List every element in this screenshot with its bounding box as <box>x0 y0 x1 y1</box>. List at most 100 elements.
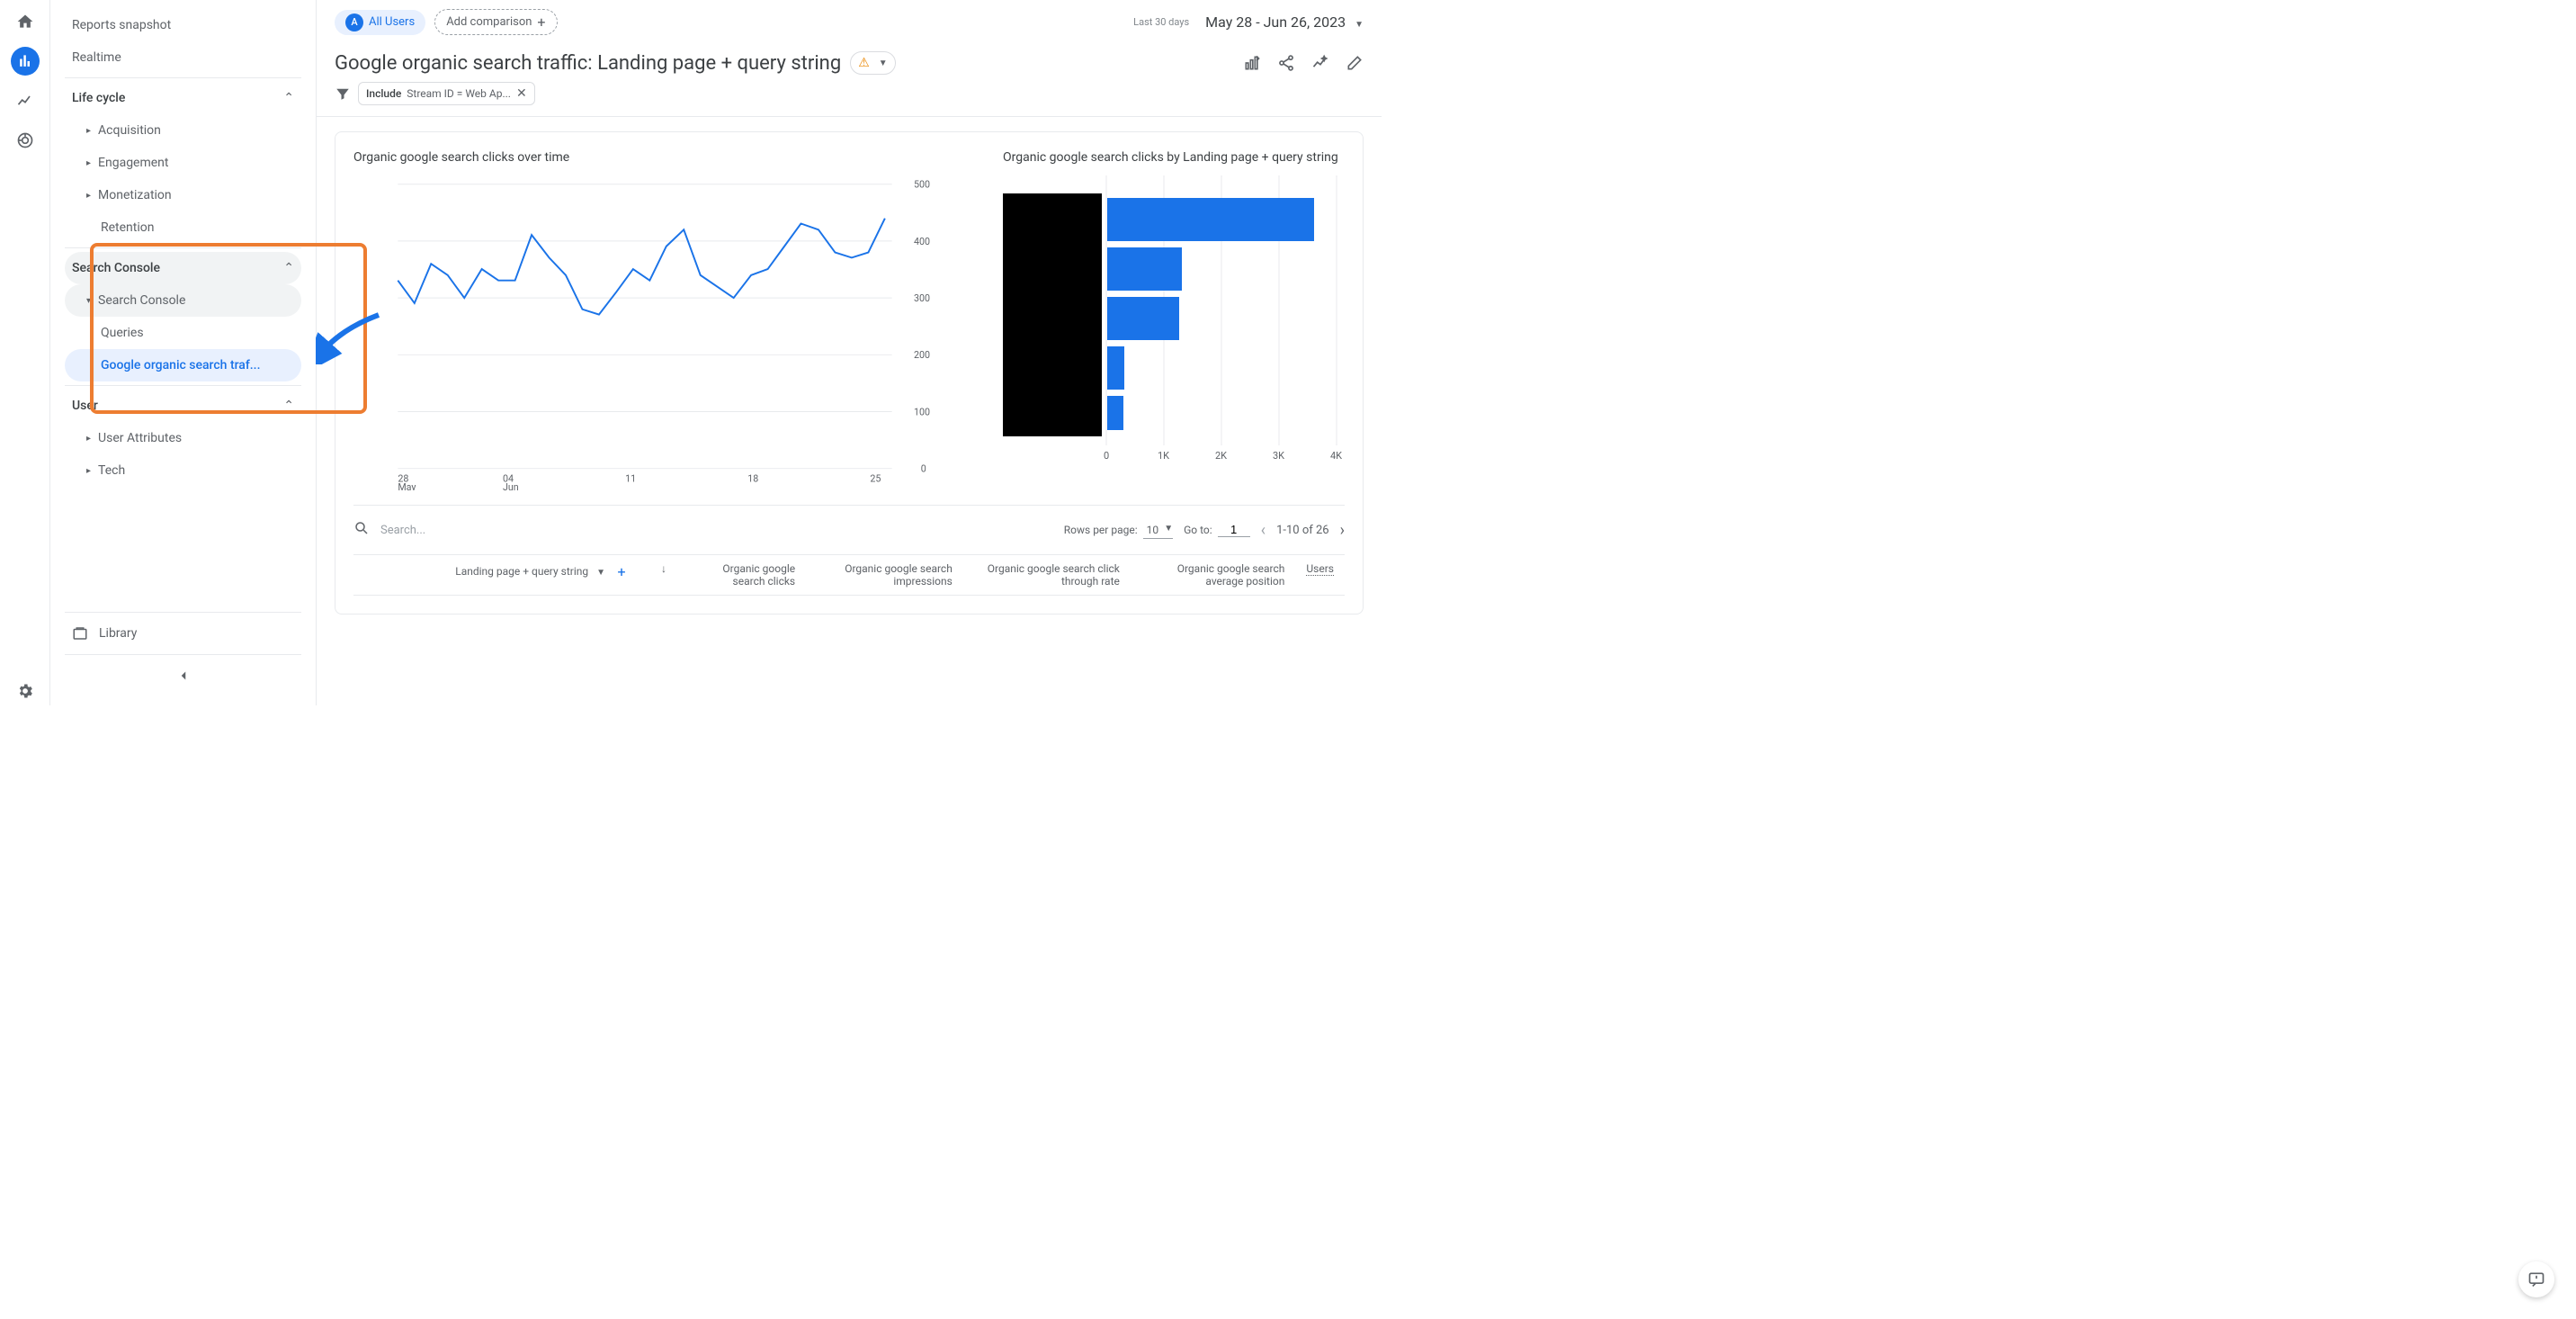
svg-text:3K: 3K <box>1273 450 1284 462</box>
pager: ‹ 1-10 of 26 › <box>1261 521 1345 540</box>
search-input[interactable]: Search... <box>380 524 425 537</box>
nav-reports-snapshot[interactable]: Reports snapshot <box>65 9 301 41</box>
svg-text:2K: 2K <box>1215 450 1227 462</box>
admin-icon[interactable] <box>11 677 40 705</box>
sort-arrow-icon[interactable]: ↓ <box>661 562 666 575</box>
svg-text:0: 0 <box>921 463 926 475</box>
svg-text:500: 500 <box>914 179 930 191</box>
bar-chart: 0 1K 2K 3K 4K <box>1003 175 1345 472</box>
add-comparison-button[interactable]: Add comparison + <box>434 9 557 35</box>
all-users-label: All Users <box>369 15 415 29</box>
go-to-input[interactable] <box>1218 523 1250 537</box>
rows-per-page-select[interactable]: 10 ▼ <box>1143 522 1174 539</box>
home-icon[interactable] <box>11 7 40 36</box>
nav-search-console-section[interactable]: Search Console ⌃ <box>65 252 301 284</box>
audience-avatar-icon: A <box>345 13 363 31</box>
data-table: Landing page + query string ▼ + ↓ Organi… <box>353 554 1345 596</box>
table-controls: Search... Rows per page: 10 ▼ Go to: <box>353 505 1345 547</box>
add-dimension-button[interactable]: + <box>613 562 631 580</box>
icon-rail <box>0 0 50 705</box>
library-icon <box>72 625 88 642</box>
col-users[interactable]: Users <box>1295 555 1345 596</box>
col-impressions[interactable]: Organic google search impressions <box>806 555 963 596</box>
filter-value: Stream ID = Web Ap... <box>407 87 511 100</box>
nav-user-section-label: User <box>72 399 98 413</box>
nav-tech[interactable]: Tech <box>65 454 301 487</box>
col-users-label: Users <box>1306 562 1334 576</box>
filter-pill[interactable]: Include Stream ID = Web Ap... ✕ <box>358 82 535 105</box>
title-row: Google organic search traffic: Landing p… <box>317 44 1382 78</box>
rows-per-page: Rows per page: 10 ▼ <box>1064 522 1173 539</box>
svg-text:11: 11 <box>625 472 636 484</box>
sparkle-icon[interactable] <box>1311 54 1329 72</box>
nav-user-attributes[interactable]: User Attributes <box>65 422 301 454</box>
date-range-picker[interactable]: May 28 - Jun 26, 2023 ▼ <box>1205 13 1364 31</box>
date-range-label: Last 30 days <box>1133 16 1189 28</box>
share-icon[interactable] <box>1277 54 1295 72</box>
go-to-label: Go to: <box>1184 524 1212 536</box>
svg-text:18: 18 <box>747 472 758 484</box>
search-icon[interactable] <box>353 520 370 540</box>
line-chart-container: Organic google search clicks over time 5… <box>353 150 967 490</box>
insights-icon[interactable] <box>1243 54 1261 72</box>
svg-text:0: 0 <box>1104 450 1109 462</box>
nav-life-cycle-label: Life cycle <box>72 91 125 105</box>
collapse-sidebar-button[interactable] <box>65 659 301 696</box>
nav-monetization[interactable]: Monetization <box>65 179 301 211</box>
topbar: A All Users Add comparison + Last 30 day… <box>317 0 1382 44</box>
edit-icon[interactable] <box>1346 54 1364 72</box>
close-icon[interactable]: ✕ <box>516 86 527 101</box>
next-page-button[interactable]: › <box>1340 521 1345 540</box>
col-ctr[interactable]: Organic google search click through rate <box>963 555 1131 596</box>
svg-text:1K: 1K <box>1158 450 1169 462</box>
page-title: Google organic search traffic: Landing p… <box>335 52 841 75</box>
triangle-down-icon: ▼ <box>596 568 605 578</box>
all-users-chip[interactable]: A All Users <box>335 10 425 35</box>
feedback-button[interactable] <box>2518 1261 2554 1297</box>
nav-user-section[interactable]: User ⌃ <box>65 390 301 422</box>
triangle-down-icon: ▼ <box>1164 524 1173 534</box>
nav-library[interactable]: Library <box>65 616 301 651</box>
reports-icon[interactable] <box>11 47 40 76</box>
chevron-left-icon <box>175 668 192 684</box>
filter-include-label: Include <box>366 87 401 100</box>
prev-page-button[interactable]: ‹ <box>1261 521 1266 540</box>
dimension-header[interactable]: Landing page + query string ▼ <box>455 565 605 578</box>
nav-engagement[interactable]: Engagement <box>65 147 301 179</box>
advertising-icon[interactable] <box>11 126 40 155</box>
rows-per-page-label: Rows per page: <box>1064 524 1138 536</box>
chevron-up-icon: ⌃ <box>283 399 294 413</box>
rows-per-page-value: 10 <box>1147 524 1159 536</box>
data-quality-badge[interactable]: ⚠ ▼ <box>850 51 895 75</box>
triangle-down-icon: ▼ <box>879 58 888 68</box>
col-avg-position[interactable]: Organic google search average position <box>1131 555 1296 596</box>
svg-text:200: 200 <box>914 349 930 361</box>
bar-chart-container: Organic google search clicks by Landing … <box>1003 150 1345 490</box>
nav-search-console-group[interactable]: Search Console <box>65 284 301 317</box>
report-card: Organic google search clicks over time 5… <box>335 131 1364 615</box>
bar-chart-title: Organic google search clicks by Landing … <box>1003 150 1345 165</box>
nav-life-cycle[interactable]: Life cycle ⌃ <box>65 82 301 114</box>
triangle-down-icon: ▼ <box>1355 20 1364 30</box>
plus-icon: + <box>537 13 545 31</box>
nav-acquisition[interactable]: Acquisition <box>65 114 301 147</box>
nav-realtime[interactable]: Realtime <box>65 41 301 74</box>
line-chart: 500 400 300 200 100 0 28 May 04 Jun <box>353 175 967 490</box>
date-range-value: May 28 - Jun 26, 2023 <box>1205 13 1346 31</box>
nav-google-organic-traffic[interactable]: Google organic search traf... <box>65 349 301 381</box>
main-content: A All Users Add comparison + Last 30 day… <box>317 0 1382 705</box>
nav-library-label: Library <box>99 626 137 641</box>
explore-icon[interactable] <box>11 86 40 115</box>
chevron-up-icon: ⌃ <box>283 261 294 275</box>
dimension-header-label: Landing page + query string <box>455 565 588 578</box>
nav-retention[interactable]: Retention <box>65 211 301 244</box>
svg-text:100: 100 <box>914 406 930 417</box>
title-actions <box>1243 54 1364 72</box>
col-clicks[interactable]: Organic google search clicks <box>677 555 806 596</box>
filter-icon <box>335 85 351 102</box>
sidebar: Reports snapshot Realtime Life cycle ⌃ A… <box>50 0 317 705</box>
filter-row: Include Stream ID = Web Ap... ✕ <box>317 78 1382 117</box>
feedback-icon <box>2527 1270 2545 1288</box>
nav-queries[interactable]: Queries <box>65 317 301 349</box>
svg-text:May: May <box>398 481 416 490</box>
